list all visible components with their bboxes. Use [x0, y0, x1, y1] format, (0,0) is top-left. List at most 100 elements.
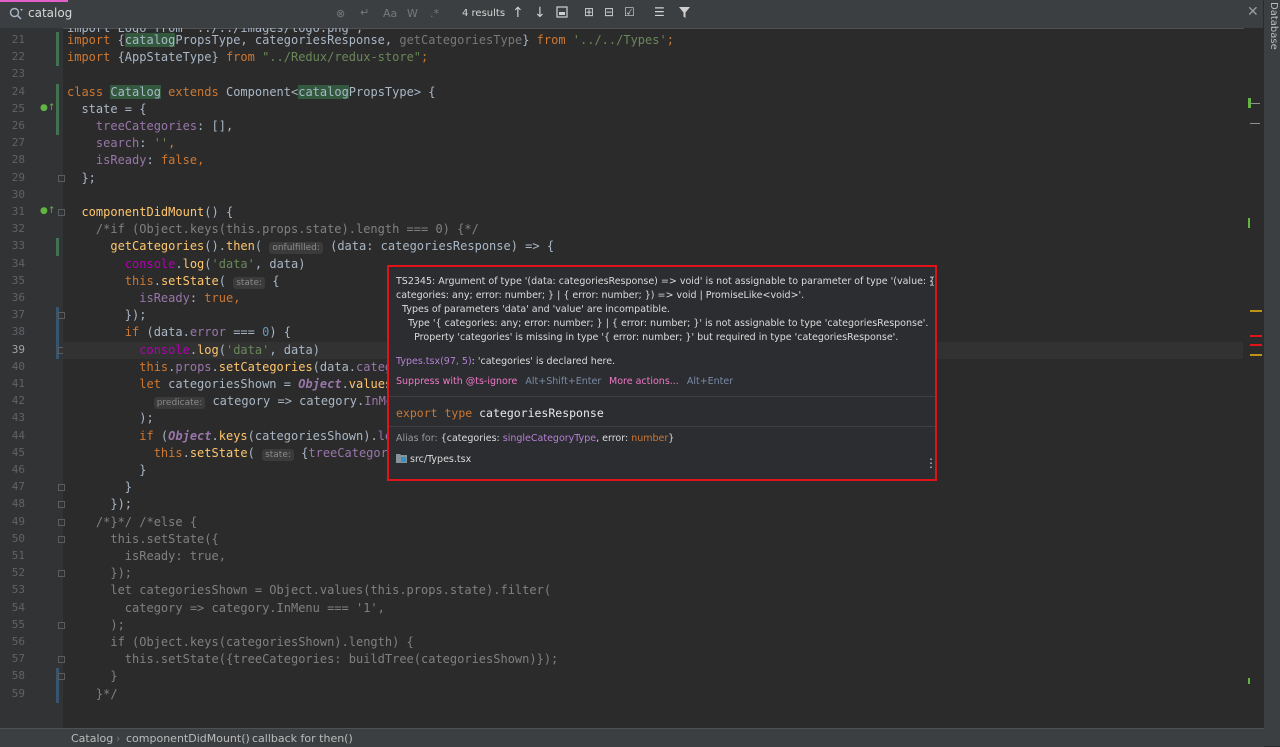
add-selection-icon[interactable]: ⊞ [584, 5, 594, 19]
more-options-icon-2[interactable]: ⋮ [925, 456, 937, 470]
search-results-count: 4 results [462, 8, 506, 19]
breadcrumb-separator-icon: › [116, 732, 121, 745]
clear-search-icon[interactable]: ⊗ [336, 7, 345, 20]
line-number: 32 [11, 222, 25, 236]
unselect-occurrence-icon[interactable]: ⊟ [604, 5, 614, 19]
code-line[interactable]: isReady: false, [63, 152, 1243, 169]
database-tool-tab[interactable]: Database [1268, 2, 1279, 50]
filter-icon[interactable] [678, 6, 691, 19]
line-number: 42 [11, 394, 25, 408]
code-line[interactable]: state = { [63, 101, 1243, 118]
code-line[interactable]: isReady: true, [63, 548, 1243, 565]
line-number: 28 [11, 153, 25, 167]
words-toggle[interactable]: W [407, 7, 418, 20]
error-message-line-5: Property 'categories' is missing in type… [396, 332, 899, 343]
breadcrumb-item-componentdidmount[interactable]: componentDidMount() [126, 732, 250, 745]
declaration-signature: export type categoriesResponse [396, 406, 604, 420]
folder-icon [396, 454, 407, 463]
vcs-change-marker[interactable] [56, 83, 59, 136]
previous-occurrence-icon[interactable]: ↑ [512, 5, 524, 21]
line-number: 55 [11, 617, 25, 631]
popup-divider [389, 396, 935, 397]
active-tab-indicator [0, 0, 68, 2]
line-number: 27 [11, 136, 25, 150]
line-number: 36 [11, 291, 25, 304]
declaration-link[interactable]: Types.tsx(97, 5) [396, 356, 472, 367]
error-message-line-1: TS2345: Argument of type '(data: categor… [396, 276, 936, 287]
close-find-icon[interactable]: ✕ [1247, 4, 1259, 20]
vcs-change-marker[interactable] [56, 238, 59, 256]
regex-toggle[interactable]: .* [430, 7, 439, 20]
code-line[interactable]: getCategories().then( onfulfilled: (data… [63, 238, 1243, 255]
filter-lines-icon[interactable]: ☰ [654, 5, 665, 19]
code-line[interactable]: componentDidMount() { [63, 204, 1243, 221]
find-in-window-icon[interactable] [556, 6, 568, 18]
line-number: 24 [11, 84, 25, 98]
error-stripe[interactable] [1244, 28, 1264, 728]
select-all-occurrences-icon[interactable]: ☑ [624, 5, 635, 19]
code-line[interactable]: import {AppStateType} from "../Redux/red… [63, 49, 1243, 66]
line-number: 57 [11, 652, 25, 666]
suppress-action[interactable]: Suppress with @ts-ignore Alt+Shift+Enter [396, 376, 601, 387]
line-number: 34 [11, 256, 25, 270]
code-line[interactable]: import {catalogPropsType, categoriesResp… [63, 32, 1243, 49]
error-message-line-4: Type '{ categories: any; error: number; … [396, 318, 929, 329]
line-number: 58 [11, 669, 25, 683]
line-number: 52 [11, 566, 25, 580]
code-line[interactable]: treeCategories: [], [63, 118, 1243, 135]
code-line[interactable]: } [63, 668, 1243, 685]
line-number: 45 [11, 445, 25, 459]
code-line[interactable]: }*/ [63, 686, 1243, 703]
alias-line: Alias for: {categories: singleCategoryTy… [396, 433, 675, 444]
code-line[interactable]: /*}*/ /*else { [63, 514, 1243, 531]
code-line[interactable]: }); [63, 565, 1243, 582]
code-line[interactable]: }); [63, 496, 1243, 513]
line-number: 37 [11, 308, 25, 322]
line-number: 44 [11, 428, 25, 442]
popup-divider-2 [389, 426, 935, 427]
search-input[interactable]: catalog [28, 6, 72, 20]
breadcrumb: Catalog › componentDidMount() › callback… [0, 728, 1264, 747]
breadcrumb-item-callback[interactable]: callback for then() [252, 732, 353, 745]
code-line[interactable]: this.setState({treeCategories: buildTree… [63, 651, 1243, 668]
vcs-change-marker[interactable] [56, 32, 59, 67]
line-number: 23 [11, 67, 25, 81]
more-options-icon[interactable]: ⋮ [925, 274, 937, 288]
line-number: 35 [11, 273, 25, 287]
line-number: 39 [11, 342, 25, 356]
code-line[interactable]: ); [63, 617, 1243, 634]
code-line[interactable]: search: '', [63, 135, 1243, 152]
search-icon[interactable] [8, 6, 24, 22]
line-number: 40 [11, 359, 25, 373]
code-line[interactable] [63, 66, 1243, 83]
implements-marker-icon[interactable]: ●↑ [40, 206, 55, 216]
code-line[interactable]: }; [63, 170, 1243, 187]
find-bar: catalog ⊗ ↵ Aa W .* 4 results ↑ ↓ ⊞ ⊟ ☑ … [0, 0, 1264, 29]
code-line[interactable] [63, 187, 1243, 204]
line-number: 51 [11, 549, 25, 562]
code-line[interactable]: /*if (Object.keys(this.props.state).leng… [63, 221, 1243, 238]
line-number: 48 [11, 497, 25, 511]
file-location[interactable]: src/Types.tsx [396, 453, 471, 465]
line-number: 47 [11, 480, 25, 494]
implements-marker-icon[interactable]: ●↑ [40, 103, 55, 113]
match-case-toggle[interactable]: Aa [383, 7, 397, 20]
line-number: 22 [11, 50, 25, 64]
next-occurrence-icon[interactable]: ↓ [534, 5, 546, 21]
code-line[interactable]: if (Object.keys(categoriesShown).length)… [63, 634, 1243, 651]
code-line[interactable]: class Catalog extends Component<catalogP… [63, 84, 1243, 101]
code-line[interactable]: } [63, 479, 1243, 496]
line-number: 59 [11, 686, 25, 700]
breadcrumb-item-catalog[interactable]: Catalog [71, 732, 113, 745]
code-line[interactable]: category => category.InMenu === '1', [63, 600, 1243, 617]
code-line[interactable]: let categoriesShown = Object.values(this… [63, 582, 1243, 599]
newline-icon[interactable]: ↵ [360, 6, 369, 19]
line-number: 38 [11, 325, 25, 339]
more-actions-action[interactable]: More actions... Alt+Enter [609, 376, 733, 387]
line-number: 54 [11, 600, 25, 614]
code-line[interactable]: this.setState({ [63, 531, 1243, 548]
error-tooltip: TS2345: Argument of type '(data: categor… [387, 265, 937, 481]
line-number: 31 [11, 205, 25, 218]
right-tool-strip: Database [1263, 0, 1280, 746]
line-gutter: 21 22 23 24 25 26 27 28 29 30 31 32 33 34 35 36 37 38 39 40… [0, 28, 65, 728]
